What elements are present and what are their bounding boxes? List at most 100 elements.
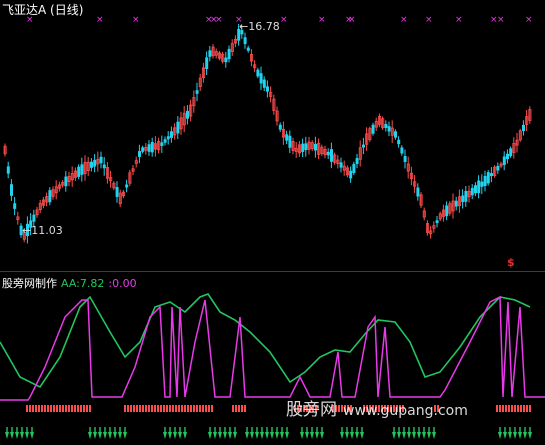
buy-arrow-icon xyxy=(503,432,507,439)
candle-body xyxy=(445,205,449,217)
red-signal-bar xyxy=(508,405,510,412)
signal-marker: × xyxy=(425,15,433,25)
buy-arrow-stem xyxy=(119,427,121,432)
candlestick-panel[interactable]: × × × × × × × × × × × × × × × × × 飞亚达A (日线) ←16.78 ←11.0… xyxy=(0,0,545,272)
buy-arrow-icon xyxy=(320,432,324,439)
red-signal-bar xyxy=(80,405,82,412)
buy-arrow-icon xyxy=(218,432,222,439)
buy-arrow-icon xyxy=(223,432,227,439)
buy-arrow-stem xyxy=(124,427,126,432)
candle-body xyxy=(243,37,247,45)
candle-body xyxy=(262,79,266,88)
buy-arrow-icon xyxy=(508,432,512,439)
buy-arrow-stem xyxy=(6,427,8,432)
candle-body xyxy=(93,159,97,167)
red-signal-bar xyxy=(499,405,501,412)
buy-arrow-stem xyxy=(341,427,343,432)
candle-body xyxy=(13,203,17,209)
buy-arrow-icon xyxy=(213,432,217,439)
buy-arrow-stem xyxy=(351,427,353,432)
buy-arrow-icon xyxy=(163,432,167,439)
buy-arrow-icon xyxy=(310,432,314,439)
buy-arrow-stem xyxy=(11,427,13,432)
indicator-name: 股旁网制作 xyxy=(2,277,57,290)
candle-body xyxy=(496,165,500,171)
candle-body xyxy=(80,164,84,175)
candle-body xyxy=(163,139,167,143)
candle-body xyxy=(480,181,484,187)
red-signal-bar xyxy=(502,405,504,412)
candle-body xyxy=(115,187,119,197)
buy-arrow-icon xyxy=(233,432,237,439)
buy-arrow-stem xyxy=(21,427,23,432)
red-signal-bar xyxy=(38,405,40,412)
buy-arrow-icon xyxy=(422,432,426,439)
red-signal-bar xyxy=(53,405,55,412)
candle-body xyxy=(470,187,474,196)
candle-body xyxy=(6,166,10,174)
candle-body xyxy=(361,144,365,148)
buy-arrow-icon xyxy=(350,432,354,439)
candle-body xyxy=(473,185,477,194)
red-signal-bar xyxy=(169,405,171,412)
buy-arrow-icon xyxy=(178,432,182,439)
red-signal-bar xyxy=(41,405,43,412)
indicator-header: 股旁网制作 AA:7.82:0.00 xyxy=(2,275,137,291)
red-signal-bar xyxy=(178,405,180,412)
candle-body xyxy=(403,156,407,162)
low-price-label: ←11.03 xyxy=(22,224,63,237)
buy-arrow-icon xyxy=(245,432,249,439)
red-signal-bar xyxy=(241,405,243,412)
red-signal-bar xyxy=(157,405,159,412)
buy-arrow-stem xyxy=(114,427,116,432)
candle-body xyxy=(99,156,103,164)
buy-arrow-stem xyxy=(361,427,363,432)
buy-arrow-stem xyxy=(356,427,358,432)
candle-body xyxy=(285,134,289,141)
candle-body xyxy=(464,191,468,202)
candle-body xyxy=(246,47,250,51)
red-signal-bar xyxy=(83,405,85,412)
buy-arrow-icon xyxy=(260,432,264,439)
buy-arrow-icon xyxy=(340,432,344,439)
buy-arrow-stem xyxy=(104,427,106,432)
red-signal-bar xyxy=(517,405,519,412)
signal-marker: × xyxy=(348,15,356,25)
buy-arrow-icon xyxy=(123,432,127,439)
buy-arrow-stem xyxy=(403,427,405,432)
candle-body xyxy=(371,124,375,134)
buy-arrow-icon xyxy=(498,432,502,439)
red-signal-bar xyxy=(193,405,195,412)
candle-body xyxy=(224,57,228,63)
buy-arrow-stem xyxy=(433,427,435,432)
buy-arrow-icon xyxy=(15,432,19,439)
buy-arrow-stem xyxy=(423,427,425,432)
buy-arrow-icon xyxy=(173,432,177,439)
red-signal-bar xyxy=(136,405,138,412)
candle-body xyxy=(393,131,397,138)
red-signal-bar xyxy=(35,405,37,412)
buy-arrow-icon xyxy=(402,432,406,439)
candle-body xyxy=(102,164,106,169)
red-signal-bar xyxy=(160,405,162,412)
candle-body xyxy=(176,121,180,134)
red-signal-bar xyxy=(133,405,135,412)
candle-body xyxy=(339,162,343,168)
signal-marker: × xyxy=(400,15,408,25)
buy-arrow-icon xyxy=(427,432,431,439)
buy-arrow-icon xyxy=(432,432,436,439)
buy-arrow-stem xyxy=(321,427,323,432)
candle-body xyxy=(477,180,481,194)
red-signal-bar xyxy=(208,405,210,412)
buy-arrow-icon xyxy=(98,432,102,439)
buy-arrow-stem xyxy=(224,427,226,432)
candle-body xyxy=(397,139,401,145)
buy-arrow-icon xyxy=(108,432,112,439)
buy-arrow-icon xyxy=(417,432,421,439)
red-signal-bar xyxy=(526,405,528,412)
candle-body xyxy=(205,57,209,70)
red-signal-bar xyxy=(65,405,67,412)
buy-arrow-icon xyxy=(345,432,349,439)
candle-body xyxy=(150,142,154,153)
red-signal-bar xyxy=(202,405,204,412)
